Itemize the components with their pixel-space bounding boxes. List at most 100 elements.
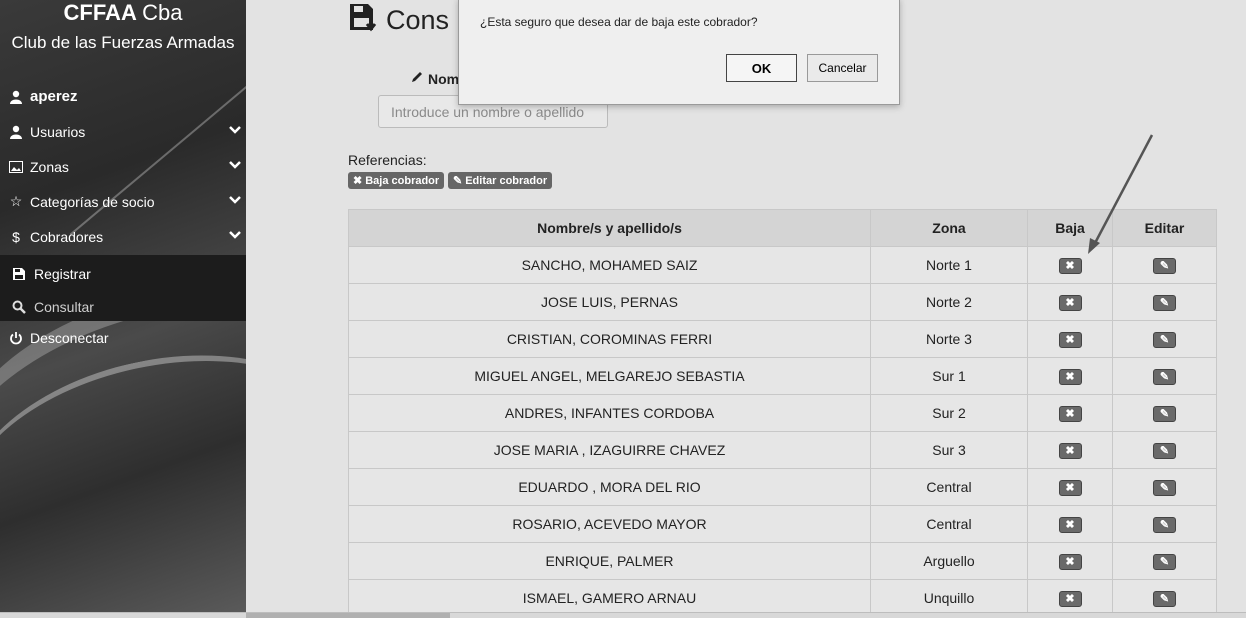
cell-name: JOSE LUIS, PERNAS	[348, 283, 871, 321]
cell-zone: Sur 2	[870, 394, 1028, 432]
pencil-icon: ✎	[1159, 593, 1170, 606]
close-icon: ✖	[1065, 556, 1075, 569]
scrollbar-thumb[interactable]	[246, 613, 450, 618]
sidebar-item-zonas[interactable]: Zonas	[0, 149, 246, 184]
edit-button[interactable]: ✎	[1153, 479, 1176, 496]
close-icon: ✖	[1065, 519, 1075, 532]
delete-button[interactable]: ✖	[1058, 331, 1082, 348]
pencil-icon: ✎	[1159, 260, 1170, 273]
cell-zone: Central	[870, 505, 1028, 543]
cell-name: EDUARDO , MORA DEL RIO	[348, 468, 871, 506]
cell-edit: ✎	[1112, 320, 1217, 358]
edit-button[interactable]: ✎	[1153, 442, 1176, 459]
delete-button[interactable]: ✖	[1058, 553, 1082, 570]
cell-name: ROSARIO, ACEVEDO MAYOR	[348, 505, 871, 543]
cell-edit: ✎	[1112, 505, 1217, 543]
cell-name: ENRIQUE, PALMER	[348, 542, 871, 580]
edit-button[interactable]: ✎	[1153, 257, 1176, 274]
table-row: CRISTIAN, COROMINAS FERRI Norte 3 ✖ ✎	[348, 320, 1217, 358]
logout-button[interactable]: Desconectar	[0, 320, 246, 355]
delete-button[interactable]: ✖	[1058, 257, 1082, 274]
pencil-icon: ✎	[1159, 482, 1170, 495]
user-menu[interactable]: aperez	[0, 79, 246, 114]
horizontal-scrollbar[interactable]	[0, 612, 1246, 618]
pencil-icon: ✎	[1159, 445, 1170, 458]
cell-delete: ✖	[1027, 283, 1113, 321]
delete-button[interactable]: ✖	[1058, 479, 1082, 496]
pencil-icon: ✎	[1159, 408, 1170, 421]
sidebar-subitem-label: Consultar	[34, 298, 94, 315]
table-row: ANDRES, INFANTES CORDOBA Sur 2 ✖ ✎	[348, 394, 1217, 432]
brand-subtitle: Club de las Fuerzas Armadas	[11, 33, 235, 52]
cell-zone: Unquillo	[870, 579, 1028, 617]
name-label: Nom	[410, 70, 459, 87]
edit-button[interactable]: ✎	[1153, 553, 1176, 570]
column-header-zone: Zona	[870, 209, 1028, 247]
table-row: MIGUEL ANGEL, MELGAREJO SEBASTIA Sur 1 ✖ ✎	[348, 357, 1217, 395]
cell-edit: ✎	[1112, 431, 1217, 469]
cell-name: ANDRES, INFANTES CORDOBA	[348, 394, 871, 432]
column-header-name: Nombre/s y apellido/s	[348, 209, 871, 247]
table-row: JOSE LUIS, PERNAS Norte 2 ✖ ✎	[348, 283, 1217, 321]
image-icon	[6, 160, 26, 173]
delete-button[interactable]: ✖	[1058, 442, 1082, 459]
ref-badge-edit-label: Editar cobrador	[465, 174, 548, 187]
power-icon	[6, 331, 26, 345]
cell-zone: Arguello	[870, 542, 1028, 580]
chevron-down-icon	[228, 193, 242, 210]
delete-button[interactable]: ✖	[1058, 368, 1082, 385]
edit-button[interactable]: ✎	[1153, 516, 1176, 533]
cell-edit: ✎	[1112, 357, 1217, 395]
close-icon: ✖	[1065, 260, 1075, 273]
annotation-arrow	[1088, 134, 1154, 254]
sidebar: CFFAA Cba Club de las Fuerzas Armadas ap…	[0, 0, 246, 612]
cell-name: CRISTIAN, COROMINAS FERRI	[348, 320, 871, 358]
delete-button[interactable]: ✖	[1058, 294, 1082, 311]
table-row: EDUARDO , MORA DEL RIO Central ✖ ✎	[348, 468, 1217, 506]
name-label-text: Nom	[428, 70, 460, 87]
user-name: aperez	[30, 88, 78, 105]
sidebar-item-cobradores[interactable]: $ Cobradores	[0, 219, 246, 254]
ok-button[interactable]: OK	[726, 54, 797, 82]
table-row: JOSE MARIA , IZAGUIRRE CHAVEZ Sur 3 ✖ ✎	[348, 431, 1217, 469]
edit-button[interactable]: ✎	[1153, 405, 1176, 422]
save-icon	[348, 2, 378, 39]
edit-button[interactable]: ✎	[1153, 590, 1176, 607]
sidebar-subitem-consultar[interactable]: Consultar	[0, 290, 246, 323]
cell-delete: ✖	[1027, 357, 1113, 395]
cell-delete: ✖	[1027, 468, 1113, 506]
close-icon: ✖	[1065, 297, 1075, 310]
delete-button[interactable]: ✖	[1058, 516, 1082, 533]
table-row: ISMAEL, GAMERO ARNAU Unquillo ✖ ✎	[348, 579, 1217, 617]
cell-edit: ✎	[1112, 579, 1217, 617]
brand-title-light: Cba	[142, 0, 183, 25]
cell-name: MIGUEL ANGEL, MELGAREJO SEBASTIA	[348, 357, 871, 395]
cell-zone: Sur 1	[870, 357, 1028, 395]
close-icon: ✖	[1065, 408, 1075, 421]
cobradores-submenu: Registrar Consultar	[0, 255, 246, 321]
user-icon	[6, 125, 26, 139]
sidebar-item-categorias[interactable]: ☆ Categorías de socio	[0, 184, 246, 219]
sidebar-item-label: Cobradores	[30, 228, 104, 245]
edit-button[interactable]: ✎	[1153, 331, 1176, 348]
confirm-dialog: ¿Esta seguro que desea dar de baja este …	[458, 0, 900, 105]
pencil-icon: ✎	[1159, 371, 1170, 384]
edit-button[interactable]: ✎	[1153, 368, 1176, 385]
cancel-button[interactable]: Cancelar	[807, 54, 878, 82]
cell-zone: Norte 2	[870, 283, 1028, 321]
delete-button[interactable]: ✖	[1058, 405, 1082, 422]
chevron-down-icon	[228, 123, 242, 140]
close-icon: ✖	[1065, 445, 1075, 458]
delete-button[interactable]: ✖	[1058, 590, 1082, 607]
sidebar-item-usuarios[interactable]: Usuarios	[0, 114, 246, 149]
close-icon: ✖	[1065, 482, 1075, 495]
save-icon	[10, 267, 28, 281]
cell-delete: ✖	[1027, 431, 1113, 469]
edit-button[interactable]: ✎	[1153, 294, 1176, 311]
chevron-down-icon	[228, 228, 242, 245]
cell-edit: ✎	[1112, 542, 1217, 580]
sidebar-subitem-label: Registrar	[34, 265, 91, 282]
ref-badge-delete-label: Baja cobrador	[365, 174, 440, 187]
sidebar-subitem-registrar[interactable]: Registrar	[0, 257, 246, 290]
sidebar-item-label: Zonas	[30, 158, 69, 175]
